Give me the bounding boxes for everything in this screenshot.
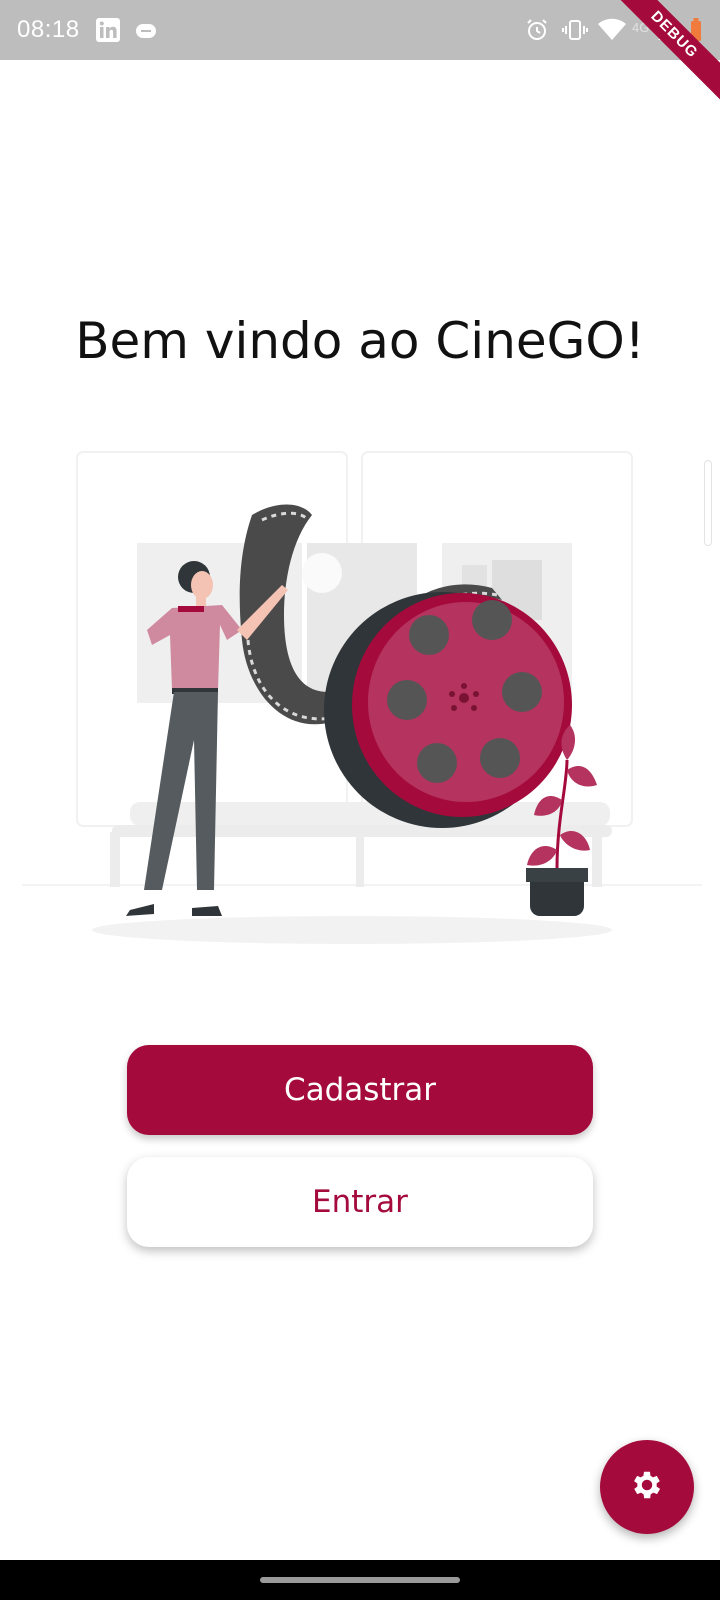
gear-icon — [629, 1467, 665, 1508]
status-bar: 08:18 4G DEBUG — [0, 0, 720, 108]
welcome-title: Bem vindo ao CineGO! — [75, 312, 645, 370]
login-button[interactable]: Entrar — [127, 1157, 593, 1247]
signup-button[interactable]: Cadastrar — [127, 1045, 593, 1135]
linkedin-icon — [96, 18, 120, 47]
vibrate-icon — [562, 18, 588, 47]
home-gesture-handle[interactable] — [260, 1577, 460, 1583]
app-notification-icon — [136, 24, 156, 43]
status-time: 08:18 — [17, 16, 80, 43]
debug-banner: DEBUG — [601, 0, 720, 108]
wifi-icon — [598, 18, 626, 47]
alarm-icon — [525, 18, 549, 47]
scrollbar[interactable] — [704, 460, 712, 546]
film-reel-illustration — [22, 440, 702, 965]
settings-fab-button[interactable] — [600, 1440, 694, 1534]
